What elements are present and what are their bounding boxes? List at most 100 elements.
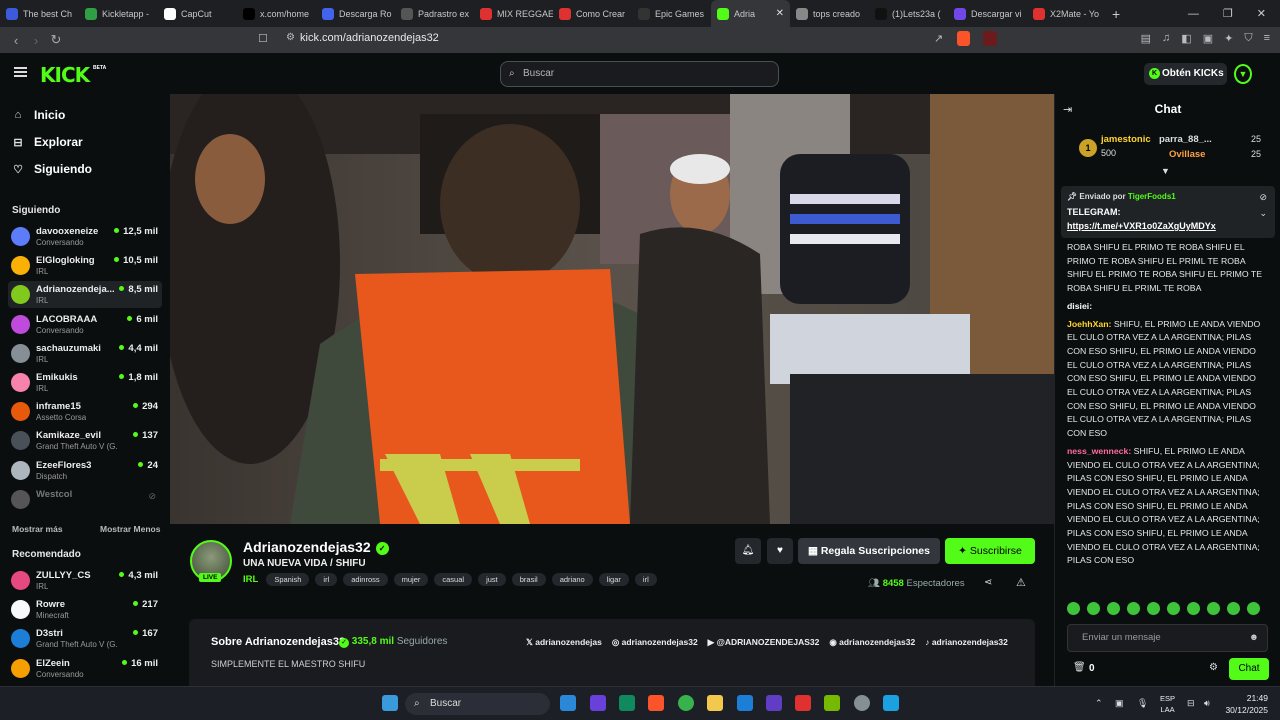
sidebar-channel[interactable]: inframe15 Assetto Corsa 294 (8, 398, 162, 425)
unpin-icon[interactable]: ⊘ (1259, 192, 1267, 203)
sidebar-channel[interactable]: sachauzumaki IRL 4,4 mil (8, 340, 162, 367)
chrome-icon[interactable] (678, 695, 694, 711)
chat-username[interactable]: JoehhXan: (1067, 319, 1111, 329)
browser-tab[interactable]: MIX REGGAE (474, 0, 553, 27)
sidebar-channel[interactable]: LACOBRAAA Conversando 6 mil (8, 311, 162, 338)
browser-tab[interactable]: Descargar vi (948, 0, 1027, 27)
visual-studio-icon[interactable] (590, 695, 606, 711)
winrar-icon[interactable] (795, 695, 811, 711)
sidebar-icon[interactable]: ◧ (1181, 32, 1191, 45)
share-page-icon[interactable]: ↗ (934, 32, 943, 45)
new-tab-icon[interactable]: + (1112, 6, 1120, 22)
emote-icon[interactable] (1207, 602, 1220, 615)
stream-tag[interactable]: casual (434, 573, 473, 586)
close-tab-icon[interactable]: ✕ (776, 8, 784, 19)
teams-icon[interactable] (766, 695, 782, 711)
social-link[interactable]: ♪ adrianozendejas32 (925, 637, 1008, 648)
tray-chevron-icon[interactable]: ⌃ (1095, 698, 1103, 709)
sidebar-channel[interactable]: EzeeFlores3 Dispatch 24 (8, 457, 162, 484)
stream-tag[interactable]: mujer (393, 573, 429, 586)
pinned-link[interactable]: https://t.me/+VXR1o0ZaXgUyMDYx (1067, 221, 1216, 231)
vscode-icon[interactable] (737, 695, 753, 711)
edge-icon[interactable] (619, 695, 635, 711)
sidebar-channel[interactable]: ZULLYY_CS IRL 4,3 mil (8, 567, 162, 594)
tray-app-icon[interactable]: ▣ (1115, 698, 1124, 709)
sidebar-channel[interactable]: D3stri Grand Theft Auto V (G... 167 (8, 625, 162, 652)
ai-icon[interactable]: ✦ (1224, 32, 1233, 45)
nav-following[interactable]: ♡ Siguiendo (12, 162, 92, 176)
category-link[interactable]: IRL (243, 574, 258, 585)
taskbar-search[interactable]: ⌕ Buscar (405, 693, 550, 715)
stream-tag[interactable]: adriano (551, 573, 593, 586)
leader-name[interactable]: jamestonic (1101, 134, 1151, 145)
browser-tab[interactable]: Kickletapp - (79, 0, 158, 27)
file-explorer-icon[interactable] (707, 695, 723, 711)
browser-tab[interactable]: Epic Games (632, 0, 711, 27)
wallet-icon[interactable]: ▣ (1203, 32, 1213, 45)
brave-shield-icon[interactable] (957, 31, 970, 46)
sidebar-channel[interactable]: davooxeneize Conversando 12,5 mil (8, 223, 162, 250)
social-link[interactable]: ◉ adrianozendejas32 (829, 637, 915, 648)
emoji-icon[interactable]: ☻ (1249, 625, 1259, 651)
steam-icon[interactable] (854, 695, 870, 711)
browser-tab[interactable]: The best Ch (0, 0, 79, 27)
browser-tab[interactable]: CapCut (158, 0, 237, 27)
browser-tab[interactable]: x.com/home (237, 0, 316, 27)
sidebar-channel[interactable]: Kamikaze_evil Grand Theft Auto V (G... 137 (8, 427, 162, 454)
send-chat-button[interactable]: Chat (1229, 658, 1269, 680)
sidebar-channel[interactable]: Emikukis IRL 1,8 mil (8, 369, 162, 396)
forward-icon[interactable]: › (26, 33, 46, 48)
emote-icon[interactable] (1107, 602, 1120, 615)
show-less-link[interactable]: Mostrar Menos (100, 524, 160, 534)
leader-name[interactable]: Ovillase (1169, 149, 1205, 160)
microphone-icon[interactable]: 🎙︎ (1137, 698, 1148, 709)
rewards-icon[interactable] (983, 31, 997, 46)
windows-start-icon[interactable] (382, 695, 398, 711)
get-kicks-button[interactable]: K Obtén KICKs (1144, 63, 1227, 85)
sidebar-channel[interactable]: Adrianozendeja... IRL 8,5 mil (8, 281, 162, 309)
notification-bell-button[interactable]: 🔔︎ (735, 538, 761, 564)
bookmark-icon[interactable]: ☐ (258, 32, 268, 45)
pinned-by-user[interactable]: TigerFoods1 (1128, 192, 1176, 201)
back-icon[interactable]: ‹ (6, 33, 26, 48)
vpn-icon[interactable]: ⛉ (1244, 32, 1252, 45)
app-icon[interactable] (883, 695, 899, 711)
sidebar-channel[interactable]: ElZeein Conversando 16 mil (8, 655, 162, 682)
user-badge-icon[interactable]: ▼ (1234, 64, 1252, 84)
emote-icon[interactable] (1067, 602, 1080, 615)
stream-tag[interactable]: just (478, 573, 506, 586)
stream-tag[interactable]: brasil (511, 573, 546, 586)
sidebar-channel[interactable]: Westcol ⊘ (8, 486, 162, 513)
expand-leaderboard-icon[interactable]: ▼ (1161, 166, 1170, 176)
stream-tag[interactable]: irl (634, 573, 657, 586)
nav-explore[interactable]: ⊟ Explorar (12, 135, 82, 149)
emote-icon[interactable] (1247, 602, 1260, 615)
menu-icon[interactable]: ≡ (1264, 32, 1270, 45)
show-more-link[interactable]: Mostrar más (12, 524, 63, 534)
video-player[interactable] (170, 94, 1054, 524)
copilot-icon[interactable] (560, 695, 576, 711)
chat-username[interactable]: disiei: (1067, 301, 1092, 311)
browser-tab[interactable]: Como Crear (553, 0, 632, 27)
menu-toggle-icon[interactable] (14, 67, 27, 77)
chevron-down-icon[interactable]: ⌄ (1259, 208, 1267, 219)
emote-icon[interactable] (1227, 602, 1240, 615)
social-link[interactable]: ▶ @ADRIANOZENDEJAS32 (708, 637, 820, 648)
search-input[interactable]: ⌕ Buscar (500, 61, 779, 87)
follow-button[interactable]: ♥ (767, 538, 793, 564)
maximize-icon[interactable]: ❐ (1223, 7, 1233, 20)
gift-subs-button[interactable]: ▦ Regala Suscripciones (798, 538, 940, 564)
media-icon[interactable]: ♫ (1162, 32, 1170, 45)
browser-tab[interactable]: Padrastro ex (395, 0, 474, 27)
subscribe-button[interactable]: ✦ Suscribirse (945, 538, 1035, 564)
reader-icon[interactable]: ▤ (1141, 32, 1151, 45)
emote-icon[interactable] (1127, 602, 1140, 615)
chat-username[interactable]: ness_wenneck: (1067, 446, 1131, 456)
browser-tab[interactable]: Adria ✕ (711, 0, 790, 27)
browser-tab[interactable]: X2Mate - Yo (1027, 0, 1106, 27)
chat-settings-icon[interactable]: ⚙ (1209, 662, 1218, 673)
emote-icon[interactable] (1147, 602, 1160, 615)
emote-icon[interactable] (1087, 602, 1100, 615)
brave-icon[interactable] (648, 695, 664, 711)
emote-icon[interactable] (1167, 602, 1180, 615)
